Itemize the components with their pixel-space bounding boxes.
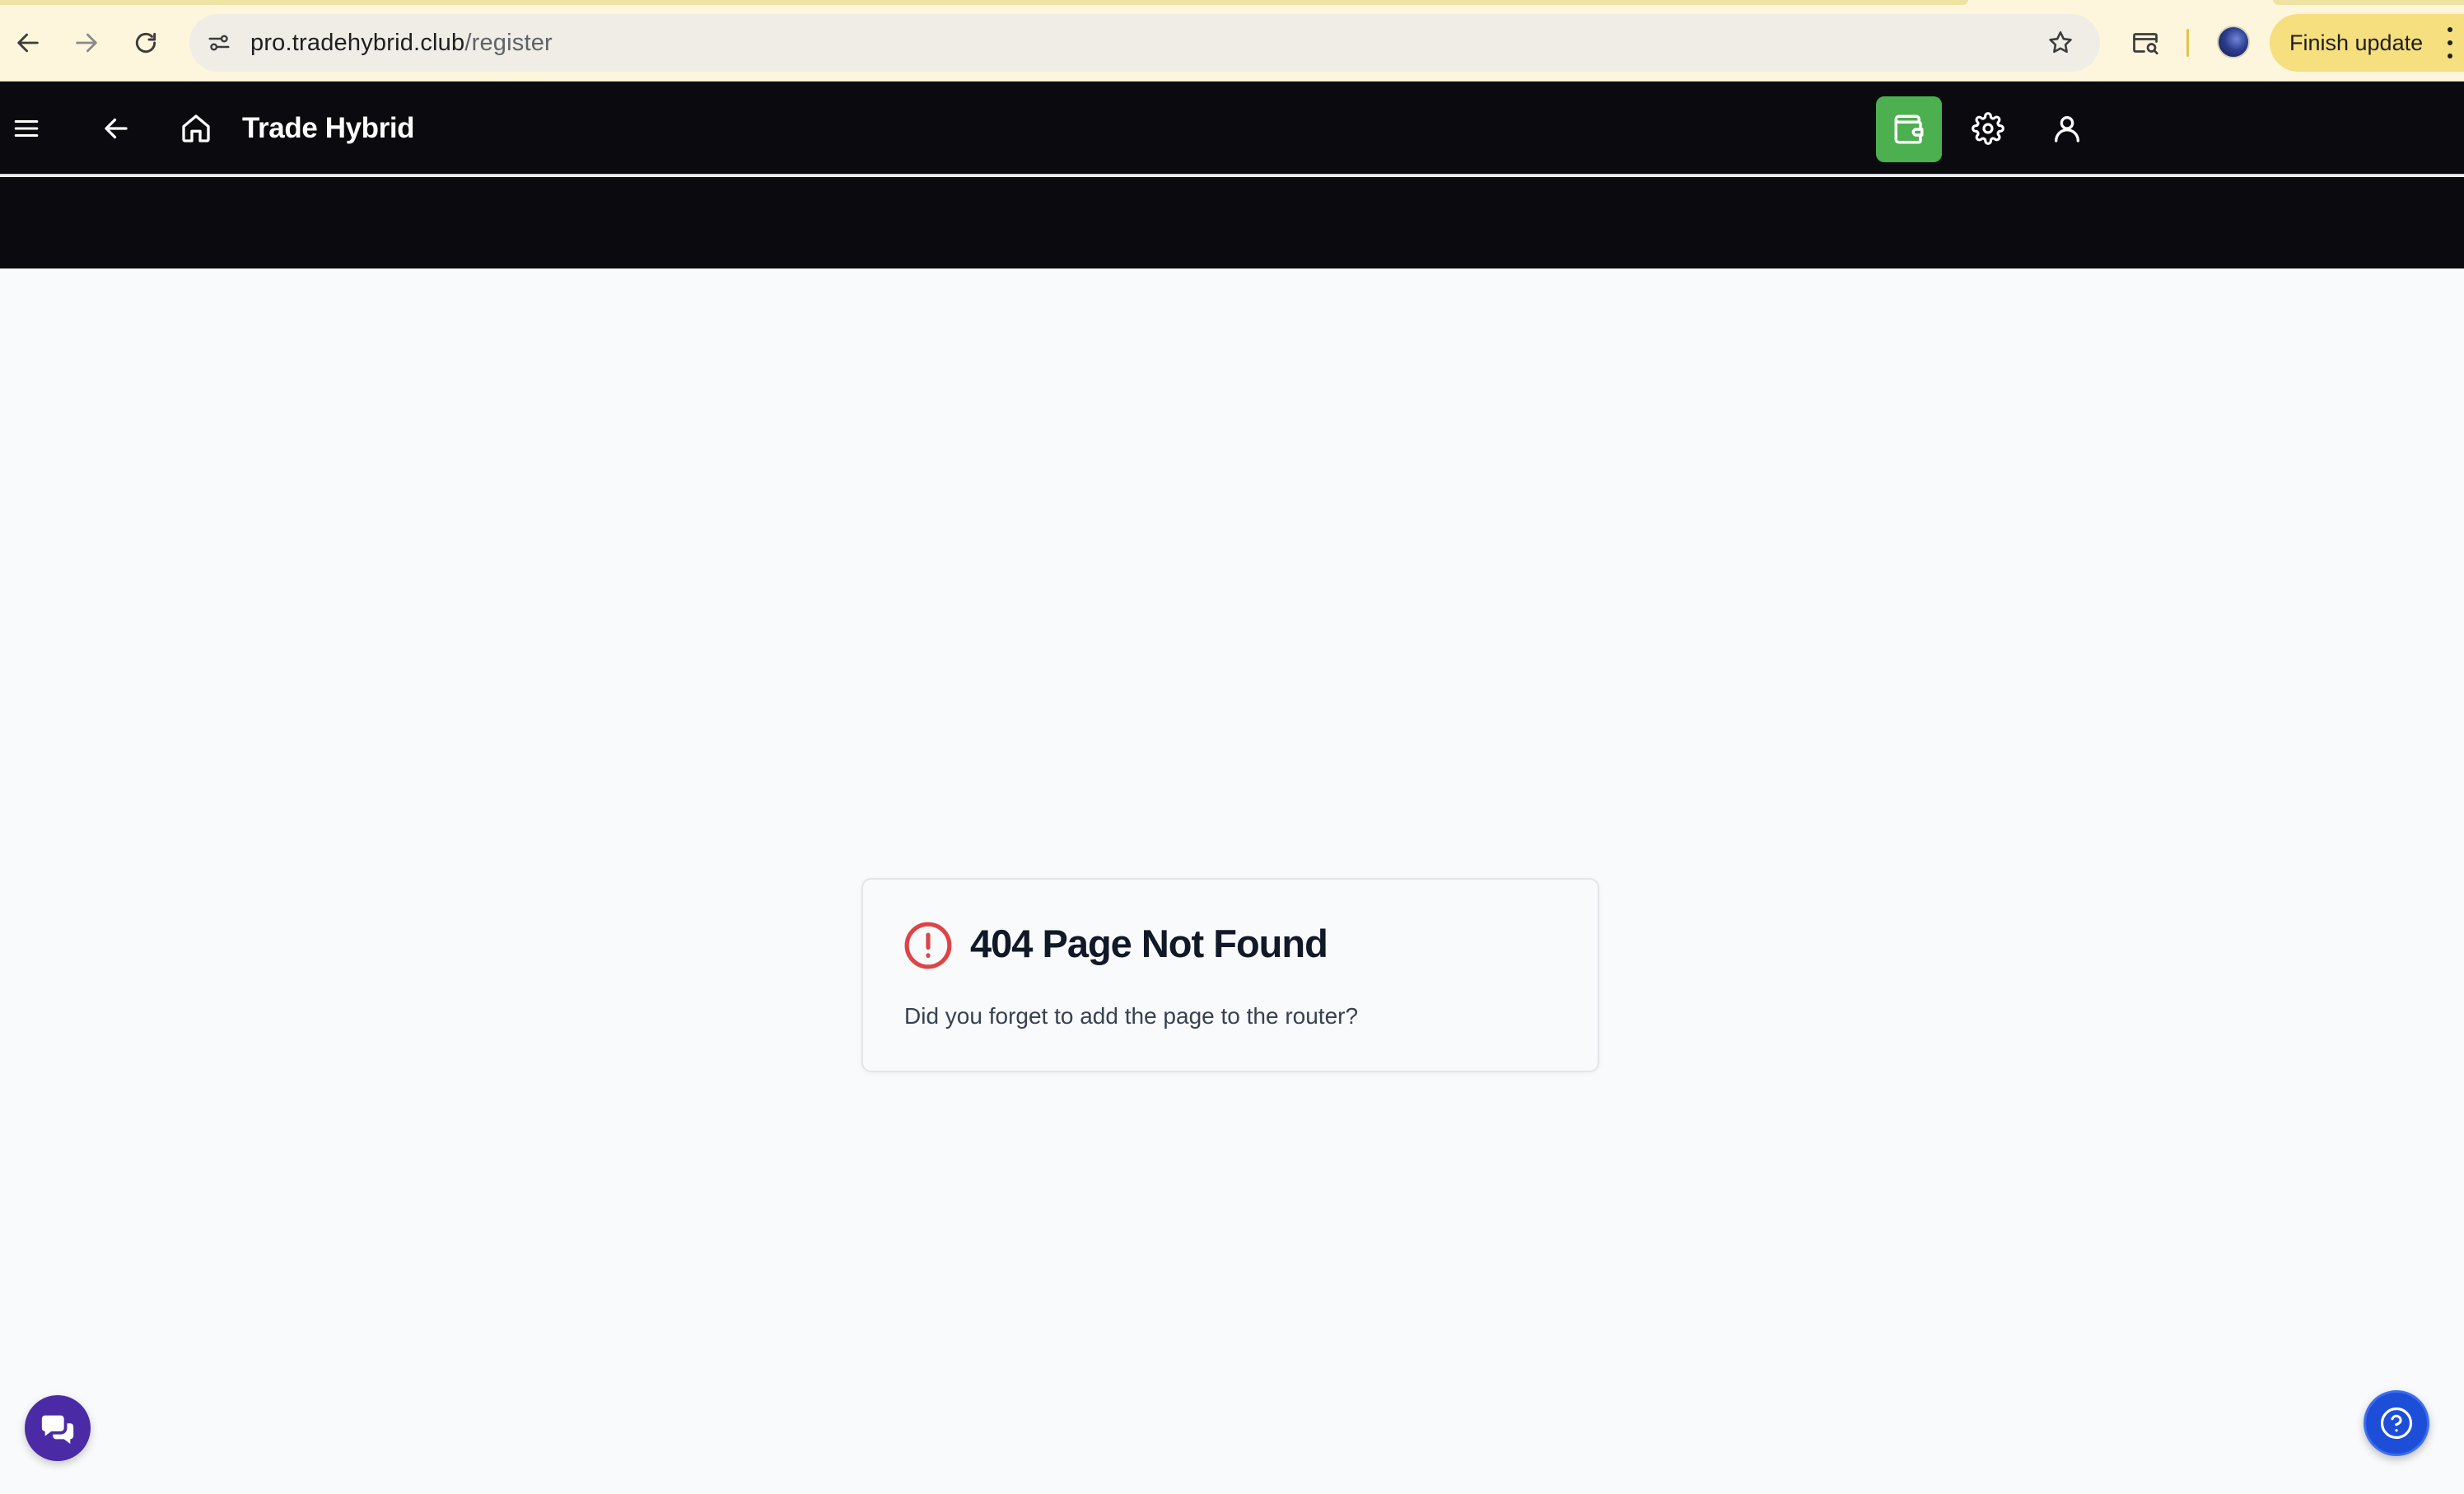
app-title[interactable]: Trade Hybrid bbox=[242, 82, 415, 175]
back-arrow-icon bbox=[17, 33, 39, 53]
wallet-icon bbox=[1894, 114, 1924, 144]
wallet-button[interactable] bbox=[1876, 96, 1942, 162]
menu-button[interactable] bbox=[0, 102, 53, 155]
toolbar-divider bbox=[2186, 29, 2189, 57]
url-host: pro.tradehybrid.club bbox=[250, 30, 465, 56]
home-icon bbox=[182, 114, 210, 142]
bookmark-star-icon bbox=[2049, 30, 2072, 54]
alert-circle-icon bbox=[904, 922, 952, 969]
app-header: Trade Hybrid bbox=[0, 82, 2464, 175]
profile-avatar[interactable] bbox=[2217, 26, 2250, 58]
finish-update-button[interactable]: Finish update bbox=[2270, 14, 2464, 72]
address-bar[interactable]: pro.tradehybrid.club/register bbox=[189, 14, 2100, 72]
error-message: Did you forget to add the page to the ro… bbox=[904, 1003, 1359, 1029]
chat-button[interactable] bbox=[25, 1395, 91, 1461]
browser-back-button[interactable] bbox=[3, 18, 53, 68]
chat-bubbles-icon bbox=[41, 1415, 74, 1445]
settings-button[interactable] bbox=[1962, 102, 2014, 155]
update-progress-strip bbox=[0, 0, 1968, 5]
home-button[interactable] bbox=[170, 102, 222, 155]
browser-reload-button[interactable] bbox=[121, 18, 170, 68]
tab-search-button[interactable] bbox=[2121, 18, 2170, 68]
browser-forward-button[interactable] bbox=[62, 18, 111, 68]
help-button[interactable] bbox=[2364, 1390, 2429, 1456]
menu-icon bbox=[14, 119, 39, 138]
more-vert-icon[interactable] bbox=[2446, 27, 2454, 58]
sub-header-bar bbox=[0, 177, 2464, 268]
error-card: 404 Page Not Found Did you forget to add… bbox=[861, 878, 1599, 1072]
address-url[interactable]: pro.tradehybrid.club/register bbox=[250, 14, 553, 72]
user-button[interactable] bbox=[2041, 102, 2093, 155]
reload-icon bbox=[135, 32, 156, 54]
update-progress-strip-right bbox=[2273, 0, 2464, 5]
url-path: /register bbox=[464, 30, 553, 56]
forward-arrow-icon bbox=[76, 33, 97, 53]
browser-toolbar: pro.tradehybrid.club/register Finish upd… bbox=[0, 0, 2464, 82]
gear-icon bbox=[1972, 112, 2004, 145]
site-info-button[interactable] bbox=[199, 23, 239, 63]
back-arrow-icon bbox=[105, 118, 128, 139]
back-button[interactable] bbox=[90, 102, 142, 155]
error-title: 404 Page Not Found bbox=[970, 922, 1328, 965]
site-info-icon bbox=[208, 35, 230, 51]
tab-search-icon bbox=[2133, 33, 2158, 55]
finish-update-label: Finish update bbox=[2289, 30, 2424, 55]
bookmark-button[interactable] bbox=[2041, 23, 2080, 63]
help-circle-icon bbox=[2380, 1407, 2413, 1440]
user-icon bbox=[2055, 116, 2079, 142]
